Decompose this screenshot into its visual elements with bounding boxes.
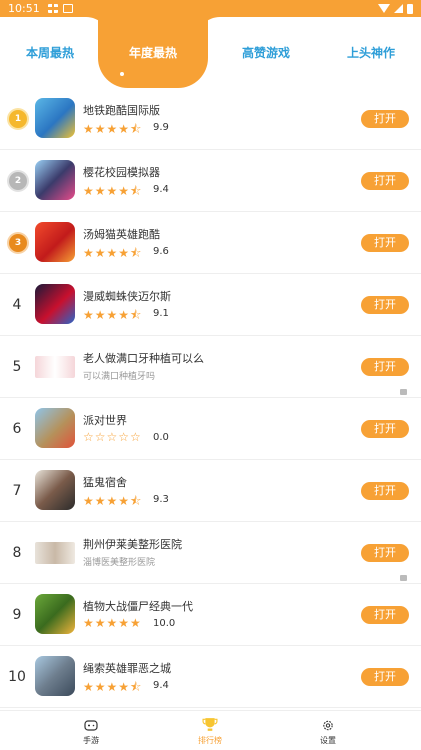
- rank-number: 6: [12, 421, 22, 437]
- rating-stars: ★★★★⯪: [83, 122, 143, 136]
- app-name: 派对世界: [83, 414, 127, 427]
- ad-badge-icon: [400, 575, 407, 581]
- app-icon: [35, 656, 75, 696]
- app-icon: [35, 160, 75, 200]
- open-button[interactable]: 打开: [361, 110, 409, 128]
- app-subtitle: 淄博医美整形医院: [83, 558, 156, 568]
- rating-stars: ★★★★★: [83, 616, 142, 630]
- rank-number: 5: [12, 359, 22, 375]
- nav-item-ranking[interactable]: 排行榜: [180, 718, 240, 746]
- list-item[interactable]: 9 植物大战僵尸经典一代 ★★★★★ 10.0 打开: [0, 584, 421, 646]
- rating-score: 0.0: [153, 432, 169, 443]
- nav-label: 手游: [83, 736, 99, 745]
- tab-weekly-hot[interactable]: 本周最热: [10, 44, 90, 61]
- ad-image: [35, 356, 75, 378]
- open-button[interactable]: 打开: [361, 234, 409, 252]
- nav-item-settings[interactable]: 设置: [298, 719, 358, 746]
- rating-stars: ★★★★⯪: [83, 308, 143, 322]
- rating-stars: ★★★★⯪: [83, 184, 143, 198]
- rating-score: 9.6: [153, 246, 169, 257]
- open-button[interactable]: 打开: [361, 482, 409, 500]
- app-icon: [35, 98, 75, 138]
- gold-medal-icon: 1: [9, 110, 27, 128]
- rating-score: 9.3: [153, 494, 169, 505]
- status-icons-right: [378, 3, 413, 14]
- open-button[interactable]: 打开: [361, 606, 409, 624]
- status-bar: 10:51: [0, 0, 421, 17]
- rating-stars: ★★★★⯪: [83, 246, 143, 260]
- wifi-icon: [378, 4, 390, 13]
- app-name: 汤姆猫英雄跑酷: [83, 228, 160, 241]
- rating-score: 10.0: [153, 618, 176, 629]
- list-item[interactable]: 2 樱花校园模拟器 ★★★★⯪ 9.4 打开: [0, 150, 421, 212]
- status-time: 10:51: [8, 2, 40, 15]
- open-button[interactable]: 打开: [361, 172, 409, 190]
- header: 10:51 本周最热 年度最热 高赞游戏 上头神作: [0, 0, 421, 88]
- app-name: 绳索英雄罪恶之城: [83, 662, 171, 675]
- rank-number: 9: [12, 607, 22, 623]
- app-icon: [35, 222, 75, 262]
- rating-stars: ★★★★⯪: [83, 680, 143, 694]
- app-name: 樱花校园模拟器: [83, 166, 160, 179]
- app-icon: [35, 470, 75, 510]
- open-button[interactable]: 打开: [361, 544, 409, 562]
- gamepad-icon: [84, 720, 98, 731]
- list-item[interactable]: 7 猛鬼宿舍 ★★★★⯪ 9.3 打开: [0, 460, 421, 522]
- tab-addictive[interactable]: 上头神作: [331, 44, 411, 61]
- app-name: 地铁跑酷国际版: [83, 104, 160, 117]
- open-button[interactable]: 打开: [361, 358, 409, 376]
- nav-label: 排行榜: [198, 736, 222, 745]
- tab-most-liked[interactable]: 高赞游戏: [226, 44, 306, 61]
- list-item[interactable]: 8 荆州伊莱美整形医院 淄博医美整形医院 打开: [0, 522, 421, 584]
- tab-yearly-hot[interactable]: 年度最热: [113, 44, 193, 61]
- list-item[interactable]: 1 地铁跑酷国际版 ★★★★⯪ 9.9 打开: [0, 88, 421, 150]
- app-name: 漫威蜘蛛侠迈尔斯: [83, 290, 171, 303]
- rating-score: 9.4: [153, 680, 169, 691]
- rank-number: 7: [12, 483, 22, 499]
- app-name: 猛鬼宿舍: [83, 476, 127, 489]
- notification-icon: [62, 4, 73, 13]
- app-icon: [35, 284, 75, 324]
- app-icon: [35, 408, 75, 448]
- rating-stars: ★★★★⯪: [83, 494, 143, 508]
- app-name: 植物大战僵尸经典一代: [83, 600, 193, 613]
- open-button[interactable]: 打开: [361, 420, 409, 438]
- silver-medal-icon: 2: [9, 172, 27, 190]
- list-item[interactable]: 5 老人做满口牙种植可以么 可以满口种植牙吗 打开: [0, 336, 421, 398]
- signal-icon: [394, 4, 403, 13]
- app-icon: [35, 594, 75, 634]
- ranking-list: 1 地铁跑酷国际版 ★★★★⯪ 9.9 打开 2 樱花校园模拟器 ★★★★⯪ 9…: [0, 88, 421, 708]
- list-item[interactable]: 6 派对世界 ☆☆☆☆☆ 0.0 打开: [0, 398, 421, 460]
- app-subtitle: 可以满口种植牙吗: [83, 372, 156, 382]
- list-item[interactable]: 4 漫威蜘蛛侠迈尔斯 ★★★★⯪ 9.1 打开: [0, 274, 421, 336]
- active-tab-indicator: [120, 72, 124, 76]
- rating-stars: ☆☆☆☆☆: [83, 430, 142, 444]
- rank-number: 4: [12, 297, 22, 313]
- list-item[interactable]: 10 绳索英雄罪恶之城 ★★★★⯪ 9.4 打开: [0, 646, 421, 708]
- app-name: 老人做满口牙种植可以么: [83, 352, 204, 365]
- open-button[interactable]: 打开: [361, 668, 409, 686]
- open-button[interactable]: 打开: [361, 296, 409, 314]
- rank-number: 10: [8, 669, 26, 685]
- nav-label: 设置: [320, 736, 336, 745]
- status-icons-left: [47, 4, 73, 13]
- battery-icon: [407, 3, 413, 14]
- nav-item-games[interactable]: 手游: [61, 719, 121, 746]
- bottom-nav: 手游 排行榜 设置: [0, 710, 421, 750]
- gear-icon: [323, 720, 333, 731]
- app-name: 荆州伊莱美整形医院: [83, 538, 182, 551]
- ad-image: [35, 542, 75, 564]
- rating-score: 9.1: [153, 308, 169, 319]
- app-root: 10:51 本周最热 年度最热 高赞游戏 上头神作 1 地铁跑酷国际版 ★★★★…: [0, 0, 421, 750]
- rating-score: 9.9: [153, 122, 169, 133]
- rating-score: 9.4: [153, 184, 169, 195]
- list-item[interactable]: 3 汤姆猫英雄跑酷 ★★★★⯪ 9.6 打开: [0, 212, 421, 274]
- trophy-icon: [202, 718, 218, 731]
- ad-badge-icon: [400, 389, 407, 395]
- rank-number: 8: [12, 545, 22, 561]
- grid-icon: [47, 4, 58, 13]
- bronze-medal-icon: 3: [9, 234, 27, 252]
